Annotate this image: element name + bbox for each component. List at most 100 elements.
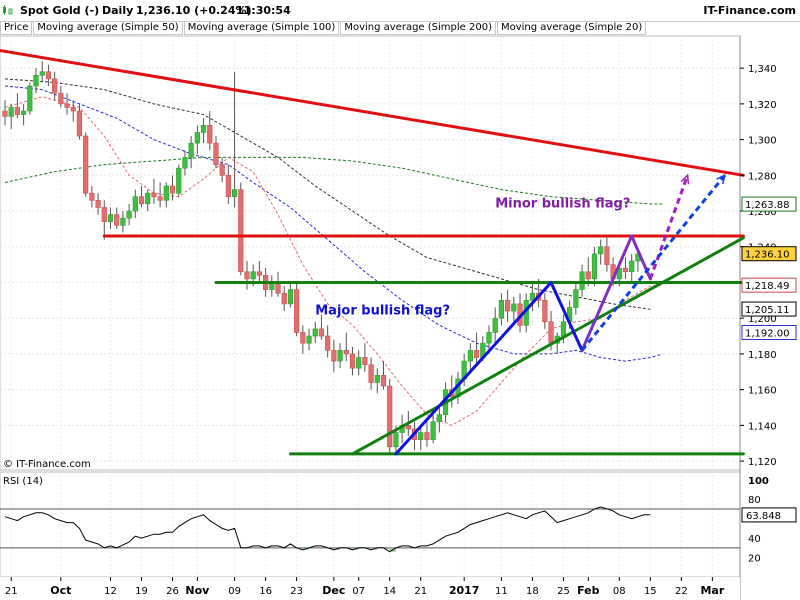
candle-body [511, 303, 517, 312]
rsi-tick-label: 80 [748, 495, 761, 506]
candle-body [337, 350, 343, 362]
price-tag: 1,205.11 [741, 301, 797, 317]
price-tag: 1,218.49 [741, 277, 797, 293]
candle-body [467, 350, 473, 362]
candle-body [58, 92, 64, 105]
candle-body [194, 132, 200, 144]
candle-body [219, 164, 225, 176]
candle-body [629, 260, 635, 273]
candle-body [598, 246, 604, 255]
date-tick-label: 22 [675, 586, 688, 597]
candle-body [231, 189, 238, 198]
candle-body [244, 271, 250, 280]
candle-body [579, 271, 585, 290]
date-tick-label: 11 [495, 586, 508, 597]
watermark: © IT-Finance.com [3, 459, 91, 470]
candle-body [436, 414, 442, 423]
candle [83, 132, 89, 197]
price-chart[interactable]: Minor bullish flag? Major bullish flag? 1… [0, 0, 800, 600]
candle-body [169, 185, 176, 194]
candle-body [21, 110, 27, 115]
candle-body [542, 300, 548, 323]
price-axis: 1,3401,3201,3001,2801,2601,2401,2201,200… [740, 64, 777, 468]
candle-body [114, 214, 120, 226]
candle-body [145, 192, 151, 205]
date-tick-label: 12 [104, 586, 117, 597]
candle-body [622, 267, 629, 273]
candle-body [39, 71, 45, 76]
candle-body [473, 350, 480, 358]
candle-body [306, 335, 312, 344]
candle-body [430, 421, 436, 440]
annotation-label: Major bullish flag? [315, 304, 450, 319]
price-plot-frame [0, 35, 741, 471]
candle-body [312, 328, 318, 337]
candle-body [200, 125, 207, 133]
candle-body [83, 135, 89, 194]
candle-body [585, 271, 591, 280]
candle-body [33, 74, 39, 87]
candle-body [52, 78, 58, 94]
rsi-tick-label: 40 [748, 534, 761, 545]
candle-body [387, 385, 393, 448]
candle-body [95, 200, 101, 208]
date-tick-label: Dec [322, 584, 345, 597]
candle-body [492, 317, 498, 333]
candle [294, 282, 300, 337]
candle [176, 164, 182, 197]
price-tick-label: 1,340 [748, 64, 777, 75]
candle-body [256, 271, 263, 276]
candle-body [604, 246, 610, 265]
candle-body [138, 196, 145, 205]
candle-body [250, 271, 256, 280]
date-tick-label: 07 [352, 586, 365, 597]
price-tag: 1,236.10 [741, 246, 797, 262]
price-tick-label: 1,120 [748, 457, 777, 468]
date-tick-label: Feb [577, 584, 600, 597]
candle [387, 378, 393, 454]
date-tick-label: 21 [414, 586, 427, 597]
date-tick-label: Mar [700, 584, 724, 597]
candle-body [498, 300, 505, 319]
candle-body [14, 107, 21, 115]
price-tick-label: 1,140 [748, 421, 777, 432]
price-tag-label: 1,263.88 [745, 200, 790, 211]
candle-body [120, 217, 126, 226]
candle-body [349, 353, 356, 369]
date-axis: 21 Oct 12 19 26 Nov 09 16 23 Dec 07 14 21 2017 11 18 25 F… [0, 577, 740, 600]
candle-body [238, 189, 244, 273]
rsi-tick-label: 20 [748, 554, 761, 565]
rsi-label: RSI (14) [3, 476, 43, 487]
date-tick-label: 09 [228, 586, 241, 597]
price-tag-label: 1,236.10 [745, 250, 790, 261]
candle-body [64, 103, 70, 108]
date-tick-label: 21 [5, 586, 18, 597]
candle [238, 182, 244, 276]
candle-body [101, 207, 107, 223]
candle-body [27, 85, 33, 112]
price-tag-label: 1,218.49 [745, 281, 790, 292]
rsi-plot-frame [0, 471, 741, 578]
candle-body [163, 185, 169, 201]
candle-body [151, 192, 157, 198]
candle-body [287, 289, 294, 305]
candle-body [8, 107, 14, 117]
candle-body [70, 107, 76, 112]
candle-body [89, 192, 95, 201]
candle-body [281, 292, 287, 305]
candle [27, 82, 33, 115]
date-tick-label: 15 [644, 586, 657, 597]
price-tick-label: 1,180 [748, 350, 777, 361]
candle-body [76, 110, 83, 137]
date-tick-label: 2017 [449, 584, 480, 597]
candle-body [157, 196, 163, 201]
date-tick-label: 08 [613, 586, 626, 597]
candle-body [294, 289, 300, 333]
candle-body [591, 253, 598, 280]
candle-body [300, 332, 306, 344]
date-tick-label: 25 [557, 586, 570, 597]
date-tick-label: 16 [259, 586, 272, 597]
candle-body [486, 332, 492, 344]
price-tag: 1,263.88 [741, 196, 797, 212]
candle-body [213, 142, 219, 165]
